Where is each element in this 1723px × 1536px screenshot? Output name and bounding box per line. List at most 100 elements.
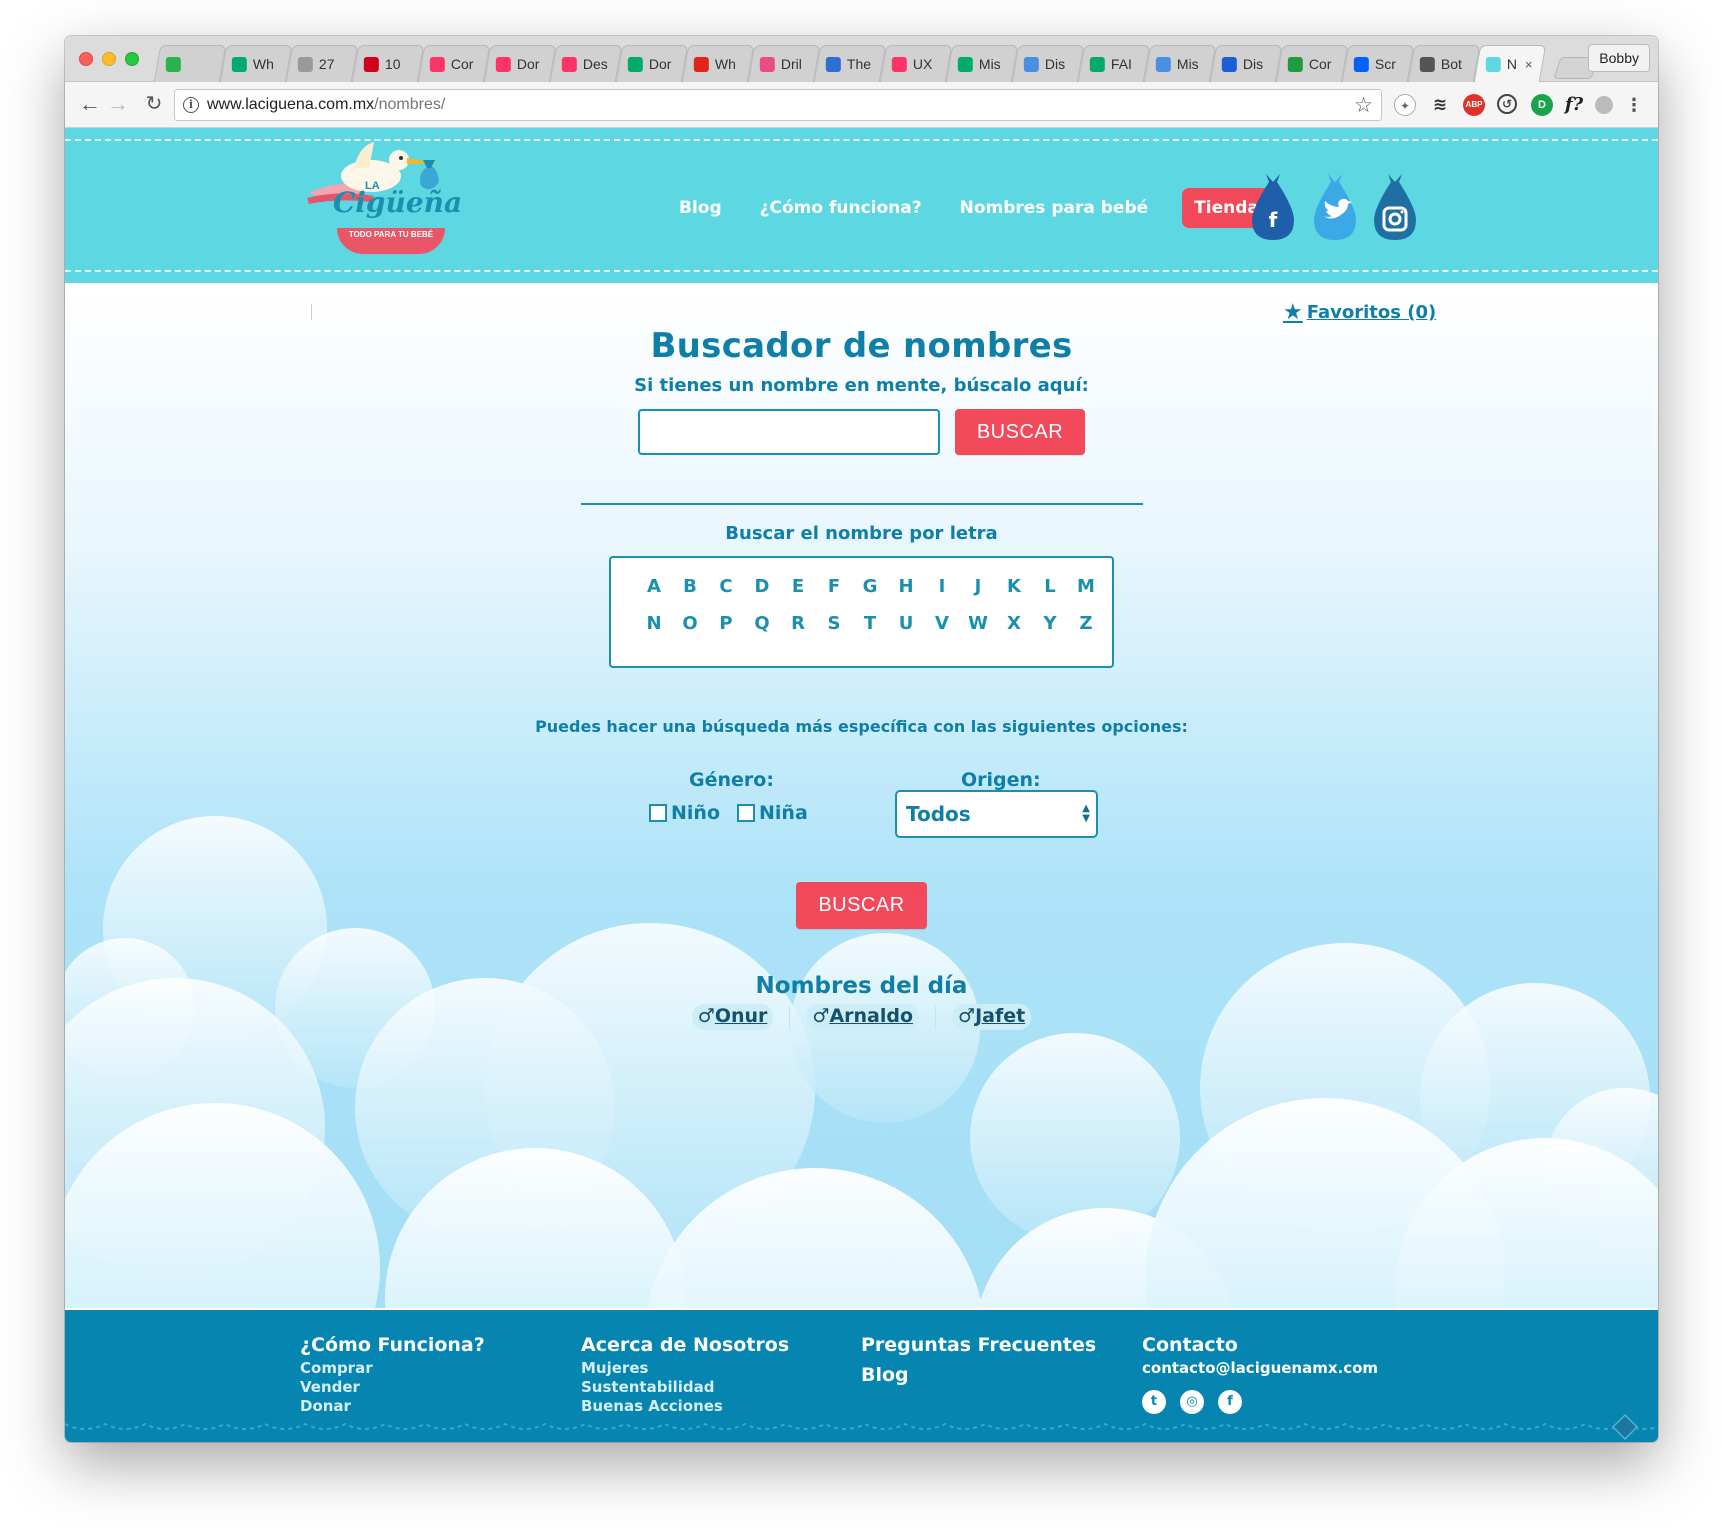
browser-tab[interactable]: Dor — [615, 45, 689, 82]
browser-tab[interactable]: 10 — [351, 45, 425, 82]
browser-tab[interactable]: Dril — [747, 45, 821, 82]
letter-link[interactable]: F — [816, 576, 852, 613]
footer-link-comprar[interactable]: Comprar — [300, 1359, 485, 1378]
name-search-input[interactable] — [638, 409, 940, 455]
browser-tab[interactable]: Wh — [681, 45, 755, 82]
nina-checkbox[interactable]: Niña — [737, 802, 808, 824]
browser-tab[interactable]: Wh — [219, 45, 293, 82]
close-tab-icon[interactable]: × — [1525, 57, 1533, 72]
letter-link[interactable]: Q — [744, 613, 780, 650]
letter-link[interactable]: Z — [1068, 613, 1104, 650]
twitter-icon[interactable] — [1312, 170, 1358, 242]
footer-link-sustentabilidad[interactable]: Sustentabilidad — [581, 1378, 789, 1397]
logo-text[interactable]: Cigüeña — [333, 186, 462, 219]
forward-button[interactable]: → — [105, 91, 131, 117]
minimize-window-button[interactable] — [102, 52, 116, 66]
back-button[interactable]: ← — [77, 91, 103, 117]
lightbulb-extension-icon[interactable]: ✦ — [1394, 94, 1416, 116]
letter-link[interactable]: I — [924, 576, 960, 613]
letter-link[interactable]: K — [996, 576, 1032, 613]
letter-link[interactable]: L — [1032, 576, 1068, 613]
letter-link[interactable]: W — [960, 613, 996, 650]
bookmark-star-icon[interactable]: ☆ — [1354, 93, 1373, 118]
instagram-icon[interactable] — [1372, 170, 1418, 242]
letter-link[interactable]: R — [780, 613, 816, 650]
fontface-extension-icon[interactable]: f? — [1563, 94, 1585, 116]
footer-heading[interactable]: Preguntas Frecuentes — [861, 1334, 1096, 1356]
letter-link[interactable]: X — [996, 613, 1032, 650]
search-button[interactable]: BUSCAR — [955, 409, 1085, 455]
close-window-button[interactable] — [79, 52, 93, 66]
reload-button[interactable]: ↻ — [141, 91, 167, 117]
checkbox-box[interactable] — [649, 804, 667, 822]
browser-tab[interactable]: Mis — [945, 45, 1019, 82]
letter-link[interactable]: E — [780, 576, 816, 613]
letter-link[interactable]: O — [672, 613, 708, 650]
footer-link-blog[interactable]: Blog — [861, 1364, 1096, 1386]
nombre-del-dia-link[interactable]: ♂Arnaldo — [806, 1004, 920, 1030]
facebook-icon[interactable]: f — [1250, 170, 1296, 242]
nav-nombres[interactable]: Nombres para bebé — [960, 198, 1149, 218]
letter-link[interactable]: B — [672, 576, 708, 613]
letter-link[interactable]: N — [636, 613, 672, 650]
browser-tab[interactable]: Dis — [1209, 45, 1283, 82]
address-bar[interactable]: i www.laciguena.com.mx/nombres/ ☆ — [174, 89, 1382, 121]
letter-link[interactable]: C — [708, 576, 744, 613]
letter-link[interactable]: S — [816, 613, 852, 650]
letter-link[interactable]: M — [1068, 576, 1104, 613]
origen-select[interactable]: Todos ▲ ▼ — [895, 790, 1098, 838]
footer-link-mujeres[interactable]: Mujeres — [581, 1359, 789, 1378]
browser-tab[interactable]: UX — [879, 45, 953, 82]
browser-tab[interactable]: Dis — [1011, 45, 1085, 82]
footer-email[interactable]: contacto@laciguenamx.com — [1142, 1359, 1378, 1378]
browser-tab[interactable]: Bot — [1407, 45, 1481, 82]
zoom-window-button[interactable] — [125, 52, 139, 66]
letter-link[interactable]: A — [636, 576, 672, 613]
browser-tab[interactable]: Mis — [1143, 45, 1217, 82]
adblock-extension-icon[interactable]: ABP — [1463, 94, 1485, 116]
footer-link-buenas-acciones[interactable]: Buenas Acciones — [581, 1397, 789, 1416]
instagram-icon[interactable]: ◎ — [1180, 1390, 1204, 1414]
footer-link-vender[interactable]: Vender — [300, 1378, 485, 1397]
footer-heading[interactable]: Acerca de Nosotros — [581, 1334, 789, 1356]
letter-link[interactable]: P — [708, 613, 744, 650]
browser-tab[interactable] — [153, 45, 227, 82]
menu-kebab-icon[interactable]: ⋮ — [1623, 94, 1645, 116]
browser-tab[interactable]: 27 — [285, 45, 359, 82]
advanced-search-button[interactable]: BUSCAR — [796, 882, 927, 929]
browser-tab[interactable]: Des — [549, 45, 623, 82]
nino-checkbox[interactable]: Niño — [649, 802, 720, 824]
nombre-del-dia-link[interactable]: ♂Jafet — [952, 1004, 1032, 1030]
browser-tab[interactable]: Cor — [1275, 45, 1349, 82]
letter-link[interactable]: J — [960, 576, 996, 613]
letter-link[interactable]: U — [888, 613, 924, 650]
letter-link[interactable]: T — [852, 613, 888, 650]
url-text[interactable]: www.laciguena.com.mx/nombres/ — [207, 96, 445, 114]
letter-link[interactable]: H — [888, 576, 924, 613]
letter-link[interactable]: G — [852, 576, 888, 613]
browser-tab[interactable]: The — [813, 45, 887, 82]
facebook-icon[interactable]: f — [1218, 1390, 1242, 1414]
layers-extension-icon[interactable]: ≋ — [1429, 94, 1451, 116]
feedly-icon[interactable] — [1610, 1412, 1640, 1442]
nav-como-funciona[interactable]: ¿Cómo funciona? — [760, 198, 922, 218]
nombre-del-dia-link[interactable]: ♂Onur — [691, 1004, 774, 1030]
checkbox-box[interactable] — [737, 804, 755, 822]
browser-tab[interactable]: FAI — [1077, 45, 1151, 82]
letter-link[interactable]: Y — [1032, 613, 1068, 650]
letter-link[interactable]: D — [744, 576, 780, 613]
favorites-link[interactable]: ★ Favoritos (0) — [1283, 300, 1436, 325]
profile-button[interactable]: Bobby — [1588, 44, 1650, 72]
browser-tab[interactable]: Cor — [417, 45, 491, 82]
gray-extension-icon[interactable] — [1595, 96, 1613, 114]
footer-link-donar[interactable]: Donar — [300, 1397, 485, 1416]
sync-extension-icon[interactable]: ↺ — [1497, 94, 1517, 114]
footer-heading[interactable]: ¿Cómo Funciona? — [300, 1334, 485, 1356]
twitter-icon[interactable]: t — [1142, 1390, 1166, 1414]
browser-tab[interactable]: Scr — [1341, 45, 1415, 82]
browser-tab[interactable]: N × — [1473, 45, 1547, 82]
d-extension-icon[interactable]: D — [1531, 94, 1553, 116]
letter-link[interactable]: V — [924, 613, 960, 650]
browser-tab[interactable]: Dor — [483, 45, 557, 82]
nav-blog[interactable]: Blog — [679, 198, 722, 218]
